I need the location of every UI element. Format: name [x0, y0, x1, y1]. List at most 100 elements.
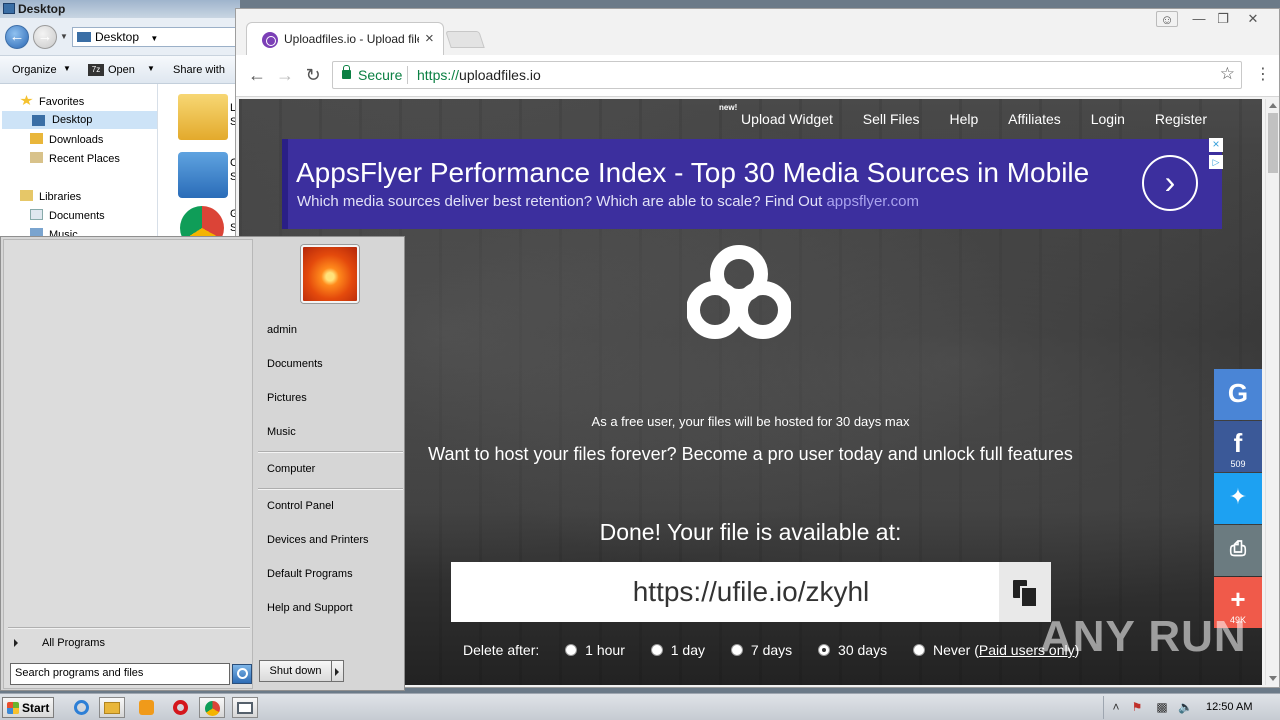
nav-favorites[interactable]: Favorites [20, 92, 84, 110]
radio-button[interactable] [650, 644, 663, 656]
recent-pages-chevron-icon[interactable]: ▼ [60, 32, 68, 41]
user-avatar[interactable] [301, 245, 359, 303]
clock[interactable]: 12:50 AM [1206, 701, 1252, 713]
organize-menu[interactable]: Organize [12, 64, 57, 76]
taskbar-chrome[interactable] [199, 697, 225, 718]
search-input[interactable]: Search programs and files [10, 663, 230, 685]
omnibox[interactable]: Secure https://uploadfiles.io ☆ [332, 61, 1242, 89]
nav-login[interactable]: Login [1091, 111, 1125, 127]
forward-icon[interactable]: → [274, 64, 296, 86]
nav-recent-places[interactable]: Recent Places [30, 149, 120, 167]
start-link-documents[interactable]: Documents [267, 358, 323, 370]
all-programs[interactable]: All Programs [14, 637, 105, 649]
nav-documents[interactable]: Documents [30, 206, 105, 224]
page-scrollbar[interactable] [1265, 99, 1279, 685]
option-label: 1 day [670, 642, 705, 658]
taskbar-ie[interactable] [68, 697, 94, 718]
start-link-control-panel[interactable]: Control Panel [267, 500, 334, 512]
start-button[interactable]: Start [2, 697, 54, 718]
divider [8, 627, 250, 629]
taskbar-media-player[interactable] [133, 697, 159, 718]
tab-uploadfiles[interactable]: Uploadfiles.io - Upload files, × [246, 22, 444, 55]
share-with-menu[interactable]: Share with [173, 64, 225, 76]
start-link-pictures[interactable]: Pictures [267, 392, 307, 404]
nav-desktop[interactable]: Desktop [2, 111, 157, 129]
nav-libraries[interactable]: Libraries [20, 187, 81, 205]
option-1-day[interactable]: 1 day [650, 642, 705, 658]
url-text[interactable]: https://uploadfiles.io [417, 67, 541, 83]
nav-upload-widget[interactable]: new! Upload Widget [715, 103, 833, 127]
start-link-devices-printers[interactable]: Devices and Printers [267, 534, 369, 546]
start-link-admin[interactable]: admin [267, 324, 297, 336]
ad-close-icon[interactable]: × [1209, 138, 1223, 152]
start-link-music[interactable]: Music [267, 426, 296, 438]
volume-icon[interactable]: 🔈 [1178, 700, 1193, 714]
scroll-down-icon[interactable] [1269, 676, 1277, 681]
ad-link[interactable]: appsflyer.com [826, 193, 919, 210]
share-facebook[interactable]: f 509 [1214, 421, 1262, 472]
internet-explorer-icon [73, 700, 89, 715]
minimize-icon[interactable]: — [1188, 11, 1210, 27]
shutdown-options-icon[interactable] [332, 660, 344, 682]
share-google[interactable]: G [1214, 369, 1262, 420]
folder-icon[interactable] [178, 94, 228, 140]
search-icon[interactable] [232, 664, 252, 684]
close-icon[interactable]: × [425, 30, 434, 47]
nav-register[interactable]: Register [1155, 111, 1207, 127]
close-window-icon[interactable]: ✕ [1242, 11, 1264, 27]
file-link[interactable]: https://ufile.io/zkyhl [451, 576, 1051, 608]
user-icon[interactable]: ☺ [1156, 11, 1178, 27]
radio-button-checked[interactable] [818, 644, 831, 656]
ad-info-icon[interactable]: ▷ [1209, 155, 1223, 169]
nav-affiliates[interactable]: Affiliates [1008, 111, 1061, 127]
start-link-help-support[interactable]: Help and Support [267, 602, 353, 614]
radio-button[interactable] [912, 644, 925, 656]
network-icon[interactable]: ▩ [1155, 700, 1169, 714]
explorer-address-field[interactable]: Desktop ▼ [72, 27, 242, 47]
bookmark-star-icon[interactable]: ☆ [1220, 64, 1235, 84]
chevron-right-icon[interactable]: › [1142, 155, 1198, 211]
back-icon[interactable]: ← [246, 64, 268, 86]
radio-button[interactable] [565, 644, 578, 656]
menu-dots-icon[interactable]: ⋮ [1252, 64, 1274, 86]
share-print[interactable]: ⎙ [1214, 525, 1262, 576]
control-panel-icon[interactable] [178, 152, 228, 198]
chevron-down-icon[interactable]: ▼ [147, 64, 155, 73]
nav-sell-files[interactable]: Sell Files [863, 111, 920, 127]
windows-logo-icon [7, 702, 19, 714]
media-player-icon [138, 700, 154, 715]
start-link-default-programs[interactable]: Default Programs [267, 568, 353, 580]
share-twitter[interactable]: ✦ [1214, 473, 1262, 524]
action-center-flag-icon[interactable]: ⚑ [1130, 700, 1144, 714]
opera-icon [172, 700, 188, 715]
option-1-hour[interactable]: 1 hour [565, 642, 625, 658]
back-arrow-icon[interactable]: ← [5, 25, 29, 49]
forward-arrow-icon[interactable]: → [33, 25, 57, 49]
browser-toolbar: ← → ↻ Secure https://uploadfiles.io ☆ ⋮ [236, 55, 1279, 97]
scroll-thumb[interactable] [1268, 113, 1278, 173]
explorer-command-bar: Organize ▼ 7z Open ▼ Share with [0, 56, 240, 84]
shutdown-button[interactable]: Shut down [259, 660, 332, 682]
file-link-field[interactable]: https://ufile.io/zkyhl [451, 562, 999, 622]
new-tab-button[interactable] [445, 31, 485, 48]
chevron-down-icon[interactable]: ▼ [150, 34, 158, 43]
option-7-days[interactable]: 7 days [730, 642, 792, 658]
chevron-down-icon[interactable]: ▼ [63, 64, 71, 73]
restore-icon[interactable]: ❐ [1212, 11, 1234, 27]
show-hidden-icons-icon[interactable]: ˄ [1109, 700, 1123, 714]
start-link-computer[interactable]: Computer [267, 463, 315, 475]
taskbar-explorer[interactable] [99, 697, 125, 718]
scroll-up-icon[interactable] [1269, 103, 1277, 108]
ad-banner[interactable]: AppsFlyer Performance Index - Top 30 Med… [282, 138, 1223, 229]
nav-downloads-label: Downloads [49, 134, 104, 146]
ad-headline[interactable]: AppsFlyer Performance Index - Top 30 Med… [296, 157, 1089, 189]
taskbar-opera[interactable] [167, 697, 193, 718]
option-30-days[interactable]: 30 days [818, 642, 887, 658]
taskbar-window[interactable] [232, 697, 258, 718]
nav-downloads[interactable]: Downloads [30, 130, 103, 148]
open-menu[interactable]: Open [108, 64, 135, 76]
delete-after-label: Delete after: [463, 642, 540, 658]
nav-help[interactable]: Help [949, 111, 978, 127]
radio-button[interactable] [730, 644, 743, 656]
reload-icon[interactable]: ↻ [302, 64, 324, 86]
